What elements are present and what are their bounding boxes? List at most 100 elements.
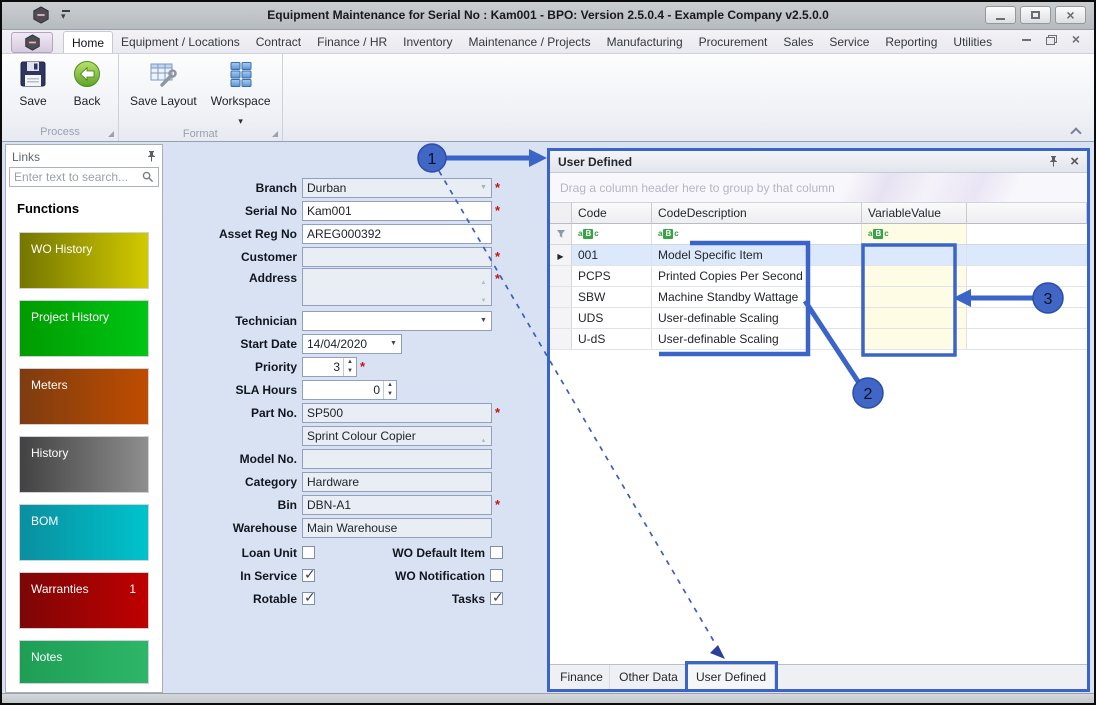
table-row[interactable]: 001 Model Specific Item xyxy=(550,245,1087,266)
meters-button[interactable]: Meters xyxy=(19,368,149,425)
serial-no-input[interactable] xyxy=(303,201,491,220)
part-description-field[interactable] xyxy=(302,425,492,446)
tab-manufacturing[interactable]: Manufacturing xyxy=(599,31,691,53)
table-row[interactable]: UDS User-definable Scaling xyxy=(550,308,1087,329)
variable-value-filter-cell[interactable]: aBc xyxy=(862,224,967,244)
table-row[interactable]: U-dS User-definable Scaling xyxy=(550,329,1087,350)
search-icon[interactable] xyxy=(142,171,154,183)
collapse-ribbon-icon[interactable] xyxy=(1071,126,1080,135)
bin-input[interactable] xyxy=(303,495,491,514)
tab-sales[interactable]: Sales xyxy=(775,31,821,53)
dialog-launcher-icon[interactable] xyxy=(108,131,114,137)
description-cell[interactable]: Printed Copies Per Second xyxy=(652,266,862,286)
code-filter-cell[interactable]: aBc xyxy=(572,224,652,244)
start-date-input[interactable] xyxy=(303,334,386,353)
rotable-checkbox[interactable] xyxy=(302,589,316,606)
tab-procurement[interactable]: Procurement xyxy=(691,31,776,53)
wo-notification-checkbox[interactable] xyxy=(490,569,503,582)
close-button[interactable] xyxy=(1055,6,1086,24)
description-cell[interactable]: Machine Standby Wattage xyxy=(652,287,862,307)
tab-user-defined[interactable]: User Defined xyxy=(688,665,775,689)
close-icon[interactable] xyxy=(1070,155,1079,169)
chevron-down-icon[interactable] xyxy=(386,335,401,353)
save-layout-button[interactable]: Save Layout xyxy=(125,57,202,127)
spin-down-icon[interactable] xyxy=(384,390,396,399)
mdi-restore-button[interactable] xyxy=(1045,35,1057,45)
asset-reg-no-input[interactable] xyxy=(303,224,491,243)
tab-utilities[interactable]: Utilities xyxy=(945,31,1000,53)
warehouse-field[interactable] xyxy=(302,517,492,538)
project-history-button[interactable]: Project History xyxy=(19,300,149,357)
tab-reporting[interactable]: Reporting xyxy=(877,31,945,53)
code-description-filter-cell[interactable]: aBc xyxy=(652,224,862,244)
variable-value-cell[interactable] xyxy=(862,287,967,307)
spin-up-icon[interactable] xyxy=(344,358,356,367)
sla-hours-stepper[interactable] xyxy=(302,379,397,400)
code-column-header[interactable]: Code xyxy=(572,203,652,224)
spinner-arrows[interactable] xyxy=(383,380,396,399)
spin-down-icon[interactable] xyxy=(344,367,356,376)
variable-value-cell[interactable] xyxy=(862,266,967,286)
spinner-arrows[interactable] xyxy=(343,357,356,376)
technician-combobox[interactable] xyxy=(302,310,492,331)
description-cell[interactable]: User-definable Scaling xyxy=(652,329,862,349)
priority-stepper[interactable] xyxy=(302,356,357,377)
model-no-field[interactable] xyxy=(302,448,492,469)
pin-icon[interactable] xyxy=(147,151,156,162)
code-cell[interactable]: UDS xyxy=(572,308,652,328)
asset-reg-no-field[interactable] xyxy=(302,223,492,244)
scroll-up-icon[interactable] xyxy=(481,429,487,447)
mdi-minimize-button[interactable] xyxy=(1021,39,1031,41)
description-cell[interactable]: Model Specific Item xyxy=(652,245,862,265)
chevron-down-icon[interactable] xyxy=(476,179,491,197)
tab-finance-hr[interactable]: Finance / HR xyxy=(309,31,395,53)
maximize-button[interactable] xyxy=(1020,6,1051,24)
dialog-launcher-icon[interactable] xyxy=(271,131,278,137)
warehouse-input[interactable] xyxy=(303,518,491,537)
app-icon[interactable] xyxy=(32,6,50,29)
loan-unit-checkbox[interactable] xyxy=(302,546,315,559)
tab-maintenance-projects[interactable]: Maintenance / Projects xyxy=(461,31,599,53)
variable-value-cell[interactable] xyxy=(862,245,967,265)
customer-input[interactable] xyxy=(303,247,491,266)
category-input[interactable] xyxy=(303,472,491,491)
bom-button[interactable]: BOM xyxy=(19,504,149,561)
save-button[interactable]: Save xyxy=(8,57,58,125)
scroll-arrows[interactable] xyxy=(478,271,489,303)
tab-home[interactable]: Home xyxy=(63,31,114,53)
tab-equipment-locations[interactable]: Equipment / Locations xyxy=(113,31,248,53)
technician-input[interactable] xyxy=(303,311,476,330)
part-no-input[interactable] xyxy=(303,403,491,422)
pin-icon[interactable] xyxy=(1049,156,1058,167)
workspace-button[interactable]: Workspace xyxy=(206,57,276,127)
model-no-input[interactable] xyxy=(303,449,491,468)
code-cell[interactable]: U-dS xyxy=(572,329,652,349)
address-field[interactable] xyxy=(302,268,492,306)
code-description-column-header[interactable]: CodeDescription xyxy=(652,203,862,224)
code-cell[interactable]: 001 xyxy=(572,245,652,265)
branch-combobox[interactable] xyxy=(302,177,492,198)
tab-service[interactable]: Service xyxy=(821,31,877,53)
minimize-button[interactable] xyxy=(985,6,1016,24)
scroll-down-icon[interactable] xyxy=(481,289,487,307)
back-button[interactable]: Back xyxy=(62,57,112,125)
application-button[interactable] xyxy=(11,32,53,53)
serial-no-field[interactable] xyxy=(302,200,492,221)
tab-inventory[interactable]: Inventory xyxy=(395,31,460,53)
code-cell[interactable]: SBW xyxy=(572,287,652,307)
group-by-box[interactable]: Drag a column header here to group by th… xyxy=(550,173,1087,203)
description-cell[interactable]: User-definable Scaling xyxy=(652,308,862,328)
code-cell[interactable]: PCPS xyxy=(572,266,652,286)
tab-contract[interactable]: Contract xyxy=(248,31,309,53)
bin-field[interactable] xyxy=(302,494,492,515)
priority-input[interactable] xyxy=(303,357,343,376)
mdi-close-button[interactable] xyxy=(1072,31,1080,49)
table-row[interactable]: PCPS Printed Copies Per Second xyxy=(550,266,1087,287)
tab-finance[interactable]: Finance xyxy=(554,665,610,689)
spin-up-icon[interactable] xyxy=(384,381,396,390)
sla-hours-input[interactable] xyxy=(303,380,383,399)
part-description-input[interactable] xyxy=(303,426,491,445)
table-row[interactable]: SBW Machine Standby Wattage xyxy=(550,287,1087,308)
scroll-arrows[interactable] xyxy=(478,429,489,443)
wo-default-item-checkbox[interactable] xyxy=(490,546,503,559)
